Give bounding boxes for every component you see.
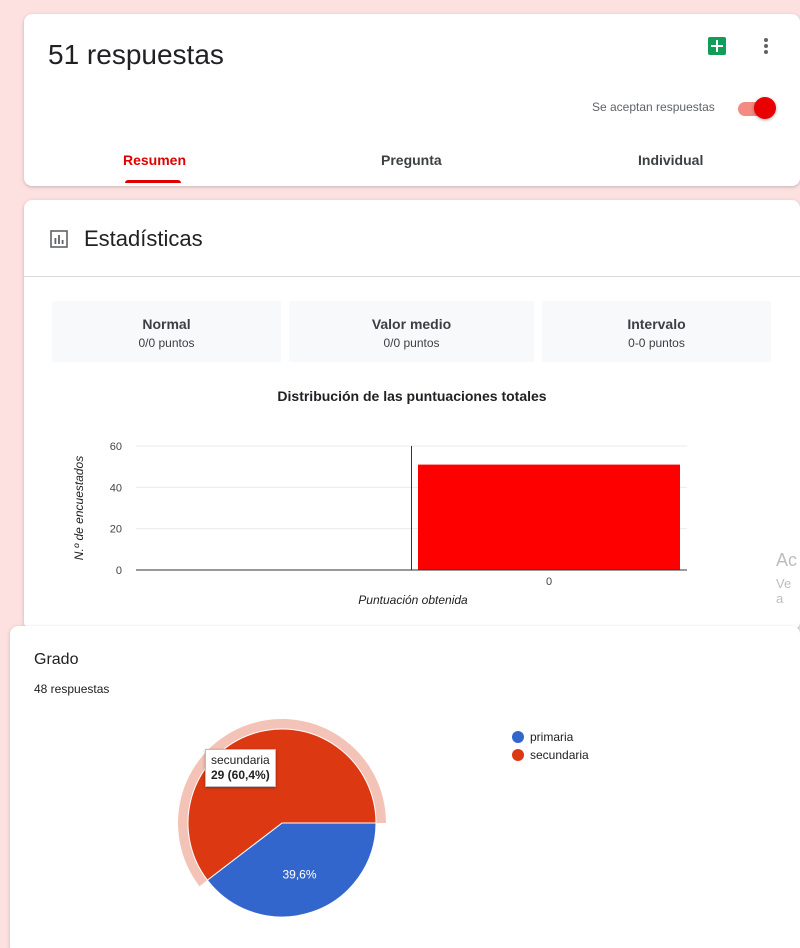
score-histogram: 0 20 40 60 0 Puntuación obtenida N.º de encu…	[72, 441, 687, 607]
x-axis-label: Puntuación obtenida	[358, 593, 468, 607]
tooltip-label: secundaria	[211, 753, 270, 767]
activation-watermark: Ac	[776, 550, 798, 570]
histogram-bar[interactable]	[418, 464, 680, 570]
tab-pregunta[interactable]: Pregunta	[381, 152, 442, 168]
pie-legend: primaria secundaria	[512, 728, 589, 764]
legend-dot	[512, 749, 524, 761]
more-vert-icon[interactable]	[758, 34, 774, 58]
pie-slice-label: 39,6%	[282, 868, 316, 882]
y-tick-label: 0	[116, 565, 122, 577]
statistics-card: Estadísticas Normal 0/0 puntos Valor med…	[24, 200, 800, 630]
toggle-thumb	[754, 97, 776, 119]
responses-count-title: 51 respuestas	[48, 39, 224, 70]
y-tick-label: 60	[110, 441, 122, 453]
accepting-responses-toggle[interactable]	[736, 97, 776, 119]
pie-tooltip: secundaria 29 (60,4%)	[205, 749, 276, 787]
y-tick-label: 20	[110, 524, 122, 536]
y-axis-label: N.º de encuestados	[72, 456, 86, 560]
question-card-grado: Grado 48 respuestas 39,6% primaria secun…	[10, 626, 800, 948]
tab-individual[interactable]: Individual	[638, 152, 703, 168]
tab-resumen[interactable]: Resumen	[123, 152, 186, 168]
grado-pie-chart: 39,6%	[178, 719, 386, 918]
legend-label: primaria	[530, 730, 574, 744]
legend-label: secundaria	[530, 748, 589, 762]
legend-dot	[512, 731, 524, 743]
responses-header-card: 51 respuestas Se aceptan respuestas Resu…	[24, 14, 800, 186]
active-tab-indicator	[125, 180, 181, 183]
y-tick-label: 40	[110, 482, 122, 494]
legend-item-primaria[interactable]: primaria	[512, 728, 589, 746]
activation-watermark-sub: Ve a	[776, 576, 792, 606]
legend-item-secundaria[interactable]: secundaria	[512, 746, 589, 764]
accepting-responses-label: Se aceptan respuestas	[592, 100, 715, 114]
tooltip-value: 29 (60,4%)	[211, 768, 270, 782]
sheets-icon[interactable]	[708, 37, 726, 55]
x-tick-label: 0	[546, 576, 552, 588]
response-tabs: Resumen Pregunta Individual	[24, 146, 800, 186]
